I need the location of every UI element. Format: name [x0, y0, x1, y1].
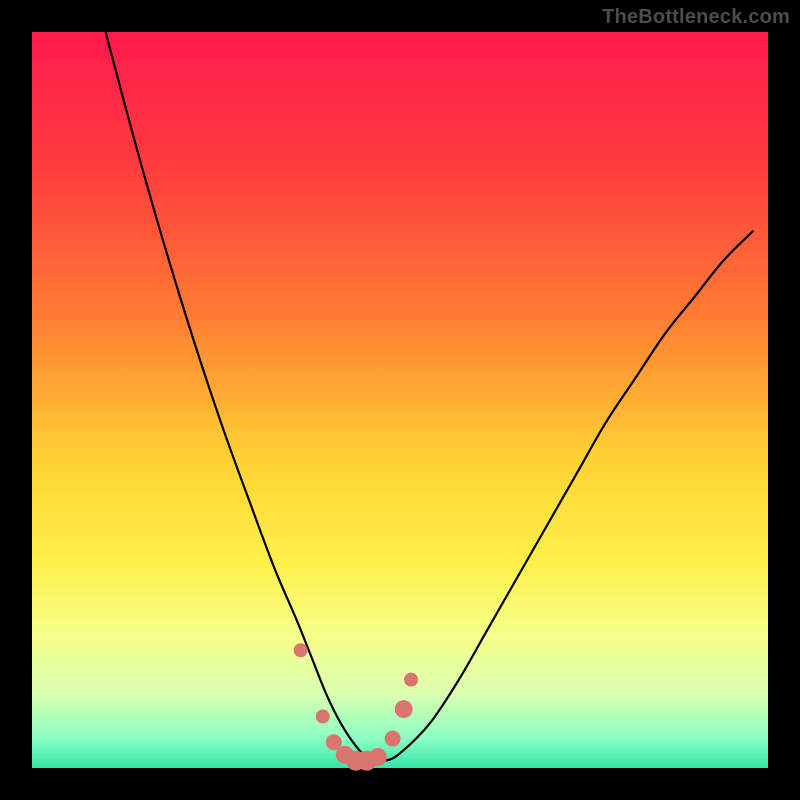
marker-point — [294, 643, 308, 657]
bottleneck-chart — [0, 0, 800, 800]
plot-area — [32, 32, 768, 768]
marker-point — [404, 673, 418, 687]
chart-frame: TheBottleneck.com — [0, 0, 800, 800]
watermark-label: TheBottleneck.com — [602, 6, 790, 29]
marker-point — [316, 709, 330, 723]
marker-point — [369, 748, 387, 766]
marker-point — [395, 700, 413, 718]
marker-point — [385, 731, 401, 747]
